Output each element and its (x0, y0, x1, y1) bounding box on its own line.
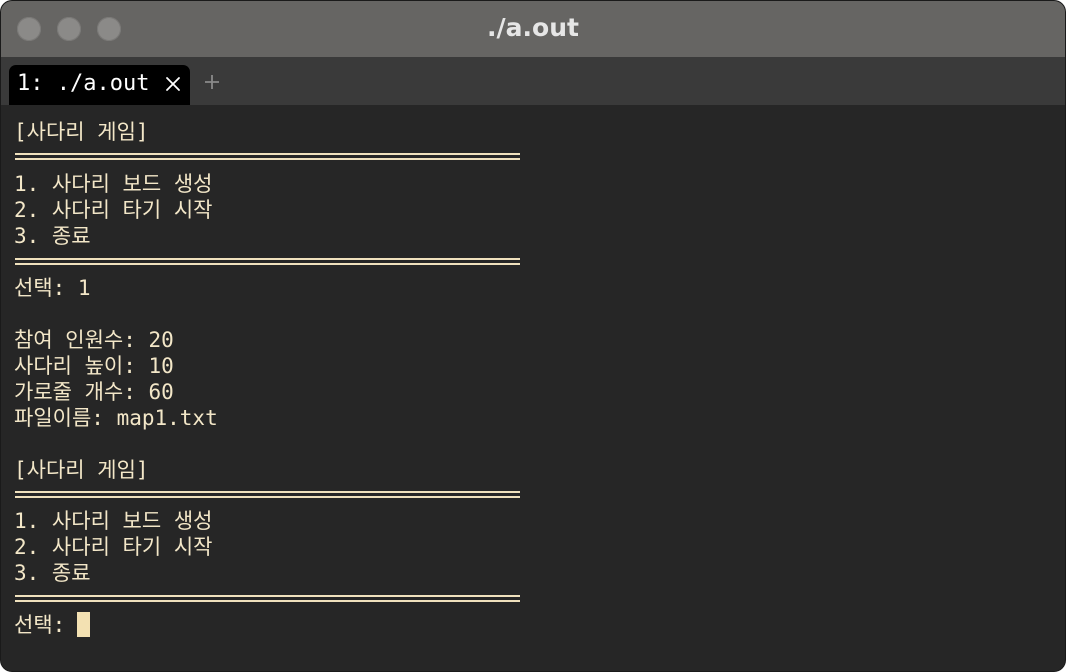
menu-item-start: 2. 사다리 타기 시작 (14, 198, 213, 222)
text-cursor (77, 612, 91, 637)
menu-item-create: 1. 사다리 보드 생성 (14, 509, 213, 533)
menu-header: [사다리 게임] (14, 458, 149, 482)
title-bar[interactable]: ./a.out (1, 1, 1065, 58)
menu-item-start: 2. 사다리 타기 시작 (14, 535, 213, 559)
double-rule (15, 491, 520, 498)
tab-bar: 1: ./a.out (1, 58, 1065, 105)
selection-prompt: 선택: 1 (14, 276, 91, 300)
close-icon[interactable] (164, 75, 182, 93)
menu-item-create: 1. 사다리 보드 생성 (14, 172, 213, 196)
input-prompt-line[interactable]: 선택: (14, 612, 91, 638)
tab-1[interactable]: 1: ./a.out (9, 65, 190, 105)
menu-header: [사다리 게임] (14, 120, 149, 144)
selection-prompt: 선택: (14, 613, 66, 637)
window-title: ./a.out (487, 13, 579, 42)
terminal-output[interactable]: [사다리 게임] 1. 사다리 보드 생성 2. 사다리 타기 시작 3. 종료… (1, 105, 1065, 671)
double-rule (15, 258, 520, 265)
menu-item-exit: 3. 종료 (14, 224, 91, 248)
double-rule (15, 153, 520, 160)
filename-line: 파일이름: map1.txt (14, 406, 218, 430)
double-rule (15, 595, 520, 602)
plus-icon[interactable] (201, 71, 223, 93)
tab-label: 1: ./a.out (17, 71, 150, 96)
menu-item-exit: 3. 종료 (14, 561, 91, 585)
terminal-window: ./a.out 1: ./a.out [사다리 게임] 1. 사다리 보드 생성… (0, 0, 1066, 672)
participants-line: 참여 인원수: 20 (14, 328, 174, 352)
ladder-height-line: 사다리 높이: 10 (14, 354, 174, 378)
rungs-count-line: 가로줄 개수: 60 (14, 380, 174, 404)
